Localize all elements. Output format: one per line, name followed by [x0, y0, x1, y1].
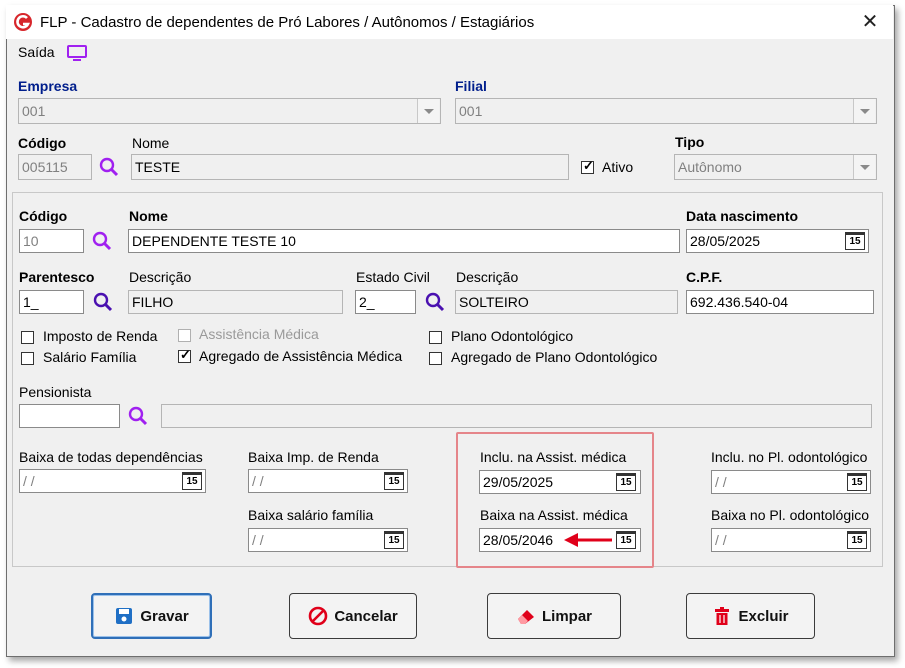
- app-logo-icon: [14, 13, 32, 31]
- window-title: FLP - Cadastro de dependentes de Pró Lab…: [40, 14, 535, 31]
- cpf-field[interactable]: 692.436.540-04: [686, 290, 874, 314]
- estado-civil-field[interactable]: 2_: [355, 290, 416, 314]
- ativo-label: Ativo: [602, 159, 634, 175]
- salario-familia-checkbox[interactable]: [21, 352, 34, 365]
- salario-familia-label: Salário Família: [43, 349, 137, 365]
- dep-nome-label: Nome: [129, 208, 168, 224]
- tipo-select[interactable]: Autônomo: [674, 154, 877, 180]
- gravar-button[interactable]: Gravar: [91, 593, 212, 639]
- inclu-assist-label: Inclu. na Assist. médica: [480, 449, 627, 465]
- descricao-field: FILHO: [128, 290, 343, 314]
- cancelar-label: Cancelar: [334, 607, 398, 625]
- tipo-label: Tipo: [675, 134, 705, 150]
- baixa-sal-label: Baixa salário família: [248, 507, 374, 523]
- excluir-button[interactable]: Excluir: [686, 593, 815, 639]
- search-icon[interactable]: [424, 291, 446, 313]
- calendar-icon[interactable]: 15: [847, 531, 867, 549]
- red-arrow-icon: [564, 533, 612, 547]
- dep-codigo-field[interactable]: 10: [19, 229, 84, 253]
- excluir-label: Excluir: [738, 607, 789, 625]
- calendar-icon[interactable]: 15: [847, 473, 867, 491]
- calendar-icon[interactable]: 15: [384, 531, 404, 549]
- pensionista-label: Pensionista: [19, 384, 92, 400]
- search-icon[interactable]: [98, 156, 120, 178]
- descricao2-field: SOLTEIRO: [455, 290, 678, 314]
- nome-label: Nome: [132, 135, 170, 151]
- agregado-assist-checkbox[interactable]: ✓: [178, 348, 191, 363]
- dep-codigo-label: Código: [19, 208, 68, 224]
- limpar-button[interactable]: Limpar: [487, 593, 621, 639]
- nome-field[interactable]: TESTE: [131, 154, 569, 180]
- calendar-icon[interactable]: 15: [616, 531, 636, 549]
- ativo-checkbox[interactable]: ✓: [581, 159, 594, 174]
- imposto-renda-label: Imposto de Renda: [43, 328, 158, 344]
- cancel-icon: [309, 606, 328, 626]
- parentesco-label: Parentesco: [19, 269, 95, 285]
- agregado-odonto-checkbox[interactable]: [429, 352, 442, 365]
- search-icon[interactable]: [127, 405, 149, 427]
- imposto-renda-checkbox[interactable]: [21, 331, 34, 344]
- descricao2-label: Descrição: [456, 269, 519, 285]
- save-icon: [116, 608, 133, 624]
- search-icon[interactable]: [92, 291, 114, 313]
- inclu-odonto-label: Inclu. no Pl. odontológico: [711, 449, 868, 465]
- monitor-icon[interactable]: [66, 44, 88, 62]
- cpf-label: C.P.F.: [686, 269, 723, 285]
- parentesco-field[interactable]: 1_: [19, 290, 84, 314]
- nasc-field[interactable]: 28/05/2025: [686, 229, 869, 253]
- baixa-todas-label: Baixa de todas dependências: [19, 449, 203, 465]
- chevron-down-icon[interactable]: [417, 99, 439, 123]
- dep-nome-field[interactable]: DEPENDENTE TESTE 10: [128, 229, 680, 253]
- assistencia-medica-label: Assistência Médica: [199, 326, 319, 342]
- trash-icon: [715, 607, 730, 625]
- plano-odonto-checkbox[interactable]: [429, 331, 442, 344]
- close-button[interactable]: ✕: [858, 10, 882, 34]
- estado-civil-label: Estado Civil: [356, 269, 430, 285]
- eraser-icon: [517, 610, 534, 624]
- pensionista-field[interactable]: [19, 404, 120, 428]
- nasc-label: Data nascimento: [686, 208, 799, 224]
- agregado-assist-label: Agregado de Assistência Médica: [199, 348, 403, 364]
- chevron-down-icon[interactable]: [853, 99, 875, 123]
- calendar-icon[interactable]: 15: [845, 232, 865, 250]
- baixa-todas-field[interactable]: / /: [19, 469, 206, 493]
- search-icon[interactable]: [91, 230, 113, 252]
- empresa-select[interactable]: 001: [18, 98, 441, 124]
- filial-select[interactable]: 001: [455, 98, 877, 124]
- codigo-field[interactable]: 005115: [18, 154, 92, 180]
- calendar-icon[interactable]: 15: [384, 472, 404, 490]
- baixa-odonto-label: Baixa no Pl. odontológico: [711, 507, 869, 523]
- empresa-label: Empresa: [18, 78, 78, 94]
- pensionista-desc-field: [161, 404, 872, 428]
- limpar-label: Limpar: [541, 607, 592, 625]
- baixa-assist-label: Baixa na Assist. médica: [480, 507, 628, 523]
- calendar-icon[interactable]: 15: [616, 473, 636, 491]
- chevron-down-icon[interactable]: [853, 155, 875, 179]
- plano-odonto-label: Plano Odontológico: [451, 328, 574, 344]
- calendar-icon[interactable]: 15: [182, 472, 202, 490]
- descricao-label: Descrição: [129, 269, 192, 285]
- menu-saida[interactable]: Saída: [18, 44, 55, 60]
- baixa-imp-label: Baixa Imp. de Renda: [248, 449, 379, 465]
- cancelar-button[interactable]: Cancelar: [289, 593, 417, 639]
- codigo-label: Código: [18, 135, 67, 151]
- gravar-label: Gravar: [140, 607, 189, 625]
- filial-label: Filial: [455, 78, 487, 94]
- agregado-odonto-label: Agregado de Plano Odontológico: [451, 349, 658, 365]
- assistencia-medica-checkbox: [178, 329, 191, 342]
